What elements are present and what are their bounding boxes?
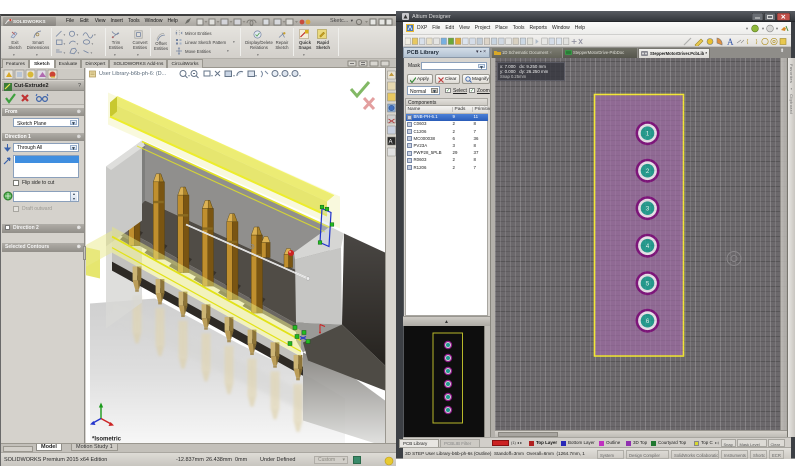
svg-text:A: A [388, 140, 392, 146]
svg-text:▾: ▾ [77, 33, 79, 37]
svg-text:▾: ▾ [77, 42, 79, 46]
svg-text:▾: ▾ [92, 42, 94, 46]
svg-text:▾: ▾ [78, 51, 80, 55]
svg-text:▾: ▾ [64, 51, 66, 55]
svg-text:▾: ▾ [94, 33, 96, 37]
svg-text:*Isometric: *Isometric [92, 436, 122, 442]
svg-text:▾: ▾ [64, 33, 66, 37]
svg-text:A: A [727, 37, 734, 46]
svg-text:▾: ▾ [91, 51, 93, 55]
svg-text:▾: ▾ [64, 42, 66, 46]
